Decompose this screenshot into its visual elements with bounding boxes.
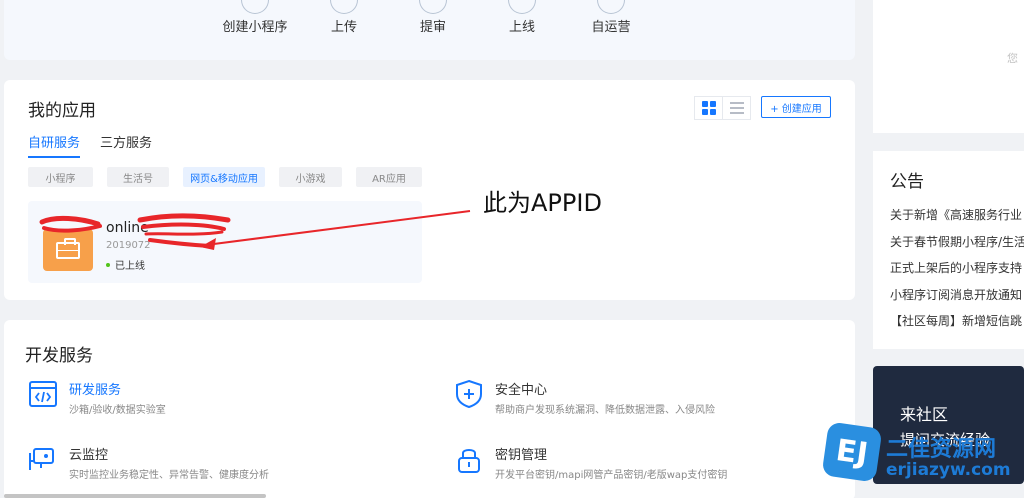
watermark: EJ 二佳资源网 erjiazyw.com bbox=[820, 421, 1024, 498]
step-label: 上线 bbox=[508, 20, 535, 35]
right-top-text: 您 bbox=[1007, 52, 1018, 65]
step-label: 上传 bbox=[330, 20, 357, 35]
app-card[interactable]: online 2019072 已上线 bbox=[28, 201, 422, 283]
status-dot-icon bbox=[106, 262, 110, 267]
notice-item[interactable]: 【社区每周】新增短信跳 bbox=[890, 312, 1024, 339]
app-status-label: 已上线 bbox=[115, 261, 145, 272]
briefcase-icon bbox=[56, 238, 80, 259]
app-name: online bbox=[106, 220, 149, 236]
tag-web-mobile-app[interactable]: 网页&移动应用 bbox=[183, 167, 265, 187]
grid-icon bbox=[701, 101, 716, 115]
step-upload[interactable]: 上传 bbox=[299, 0, 389, 35]
community-title: 来社区 bbox=[900, 405, 949, 424]
service-name: 密钥管理 bbox=[495, 448, 548, 463]
service-desc: 实时监控业务稳定性、异常告警、健康度分析 bbox=[69, 470, 269, 481]
notice-item[interactable]: 正式上架后的小程序支持 bbox=[890, 259, 1024, 286]
shield-plus-icon bbox=[456, 379, 482, 409]
my-apps-card: 我的应用 + 创建应用 自研服务 三方服务 小程序 生活号 网页&移动应用 小游… bbox=[4, 80, 855, 300]
notice-card: 公告 关于新增《高速服务行业 关于春节假期小程序/生活 正式上架后的小程序支持 … bbox=[873, 151, 1024, 349]
app-type-filter: 小程序 生活号 网页&移动应用 小游戏 AR应用 bbox=[28, 167, 436, 187]
steps-card: 创建小程序 上传 提审 上线 自运营 bbox=[4, 0, 855, 60]
step-self-operate[interactable]: 自运营 bbox=[566, 0, 656, 35]
step-icon bbox=[330, 0, 358, 14]
appid-annotation: 此为APPID bbox=[483, 189, 602, 217]
step-label: 提审 bbox=[419, 20, 446, 35]
step-icon bbox=[597, 0, 625, 14]
watermark-url: erjiazyw.com bbox=[886, 460, 1011, 480]
create-app-button[interactable]: + 创建应用 bbox=[761, 96, 831, 118]
notice-item[interactable]: 关于春节假期小程序/生活 bbox=[890, 233, 1024, 260]
view-toggle bbox=[694, 96, 751, 120]
code-window-icon bbox=[29, 381, 57, 407]
list-icon bbox=[729, 102, 744, 114]
notice-item[interactable]: 小程序订阅消息开放通知 bbox=[890, 286, 1024, 313]
service-name: 云监控 bbox=[69, 448, 109, 463]
step-create-miniapp[interactable]: 创建小程序 bbox=[210, 0, 300, 35]
tab-third-party[interactable]: 三方服务 bbox=[100, 132, 152, 158]
horizontal-scrollbar[interactable] bbox=[4, 494, 266, 498]
dev-services-card: 开发服务 研发服务 沙箱/验收/数据实验室 安全中心 帮助商户发现系统漏洞、降低… bbox=[4, 320, 855, 498]
tag-miniapp[interactable]: 小程序 bbox=[28, 167, 93, 187]
tag-mini-game[interactable]: 小游戏 bbox=[279, 167, 342, 187]
service-name: 研发服务 bbox=[69, 383, 122, 398]
watermark-logo-icon: EJ bbox=[821, 421, 883, 483]
service-desc: 帮助商户发现系统漏洞、降低数据泄露、入侵风险 bbox=[495, 405, 715, 416]
step-icon bbox=[241, 0, 269, 14]
notice-title: 公告 bbox=[890, 172, 924, 192]
notice-list: 关于新增《高速服务行业 关于春节假期小程序/生活 正式上架后的小程序支持 小程序… bbox=[890, 206, 1024, 339]
service-name: 安全中心 bbox=[495, 383, 548, 398]
tag-ar-app[interactable]: AR应用 bbox=[356, 167, 422, 187]
app-status: 已上线 bbox=[106, 257, 145, 272]
lock-icon bbox=[458, 449, 480, 473]
apps-tabs: 自研服务 三方服务 bbox=[28, 132, 152, 158]
dev-services-title: 开发服务 bbox=[25, 346, 93, 366]
notice-item[interactable]: 关于新增《高速服务行业 bbox=[890, 206, 1024, 233]
service-desc: 沙箱/验收/数据实验室 bbox=[69, 405, 166, 416]
step-launch[interactable]: 上线 bbox=[477, 0, 567, 35]
service-desc: 开发平台密钥/mapi网管产品密钥/老版wap支付密钥 bbox=[495, 470, 728, 481]
step-icon bbox=[419, 0, 447, 14]
step-label: 自运营 bbox=[591, 20, 631, 35]
tab-self-developed[interactable]: 自研服务 bbox=[28, 132, 81, 158]
list-view-button[interactable] bbox=[723, 97, 750, 119]
monitor-camera-icon bbox=[29, 448, 54, 470]
step-review[interactable]: 提审 bbox=[388, 0, 478, 35]
app-icon bbox=[43, 229, 93, 271]
step-label: 创建小程序 bbox=[222, 20, 288, 35]
my-apps-title: 我的应用 bbox=[28, 101, 96, 121]
step-icon bbox=[508, 0, 536, 14]
right-top-card: 您 bbox=[873, 0, 1024, 133]
watermark-name: 二佳资源网 bbox=[886, 437, 997, 462]
tag-life-account[interactable]: 生活号 bbox=[107, 167, 169, 187]
app-id: 2019072 bbox=[106, 240, 151, 251]
grid-view-button[interactable] bbox=[695, 97, 723, 119]
